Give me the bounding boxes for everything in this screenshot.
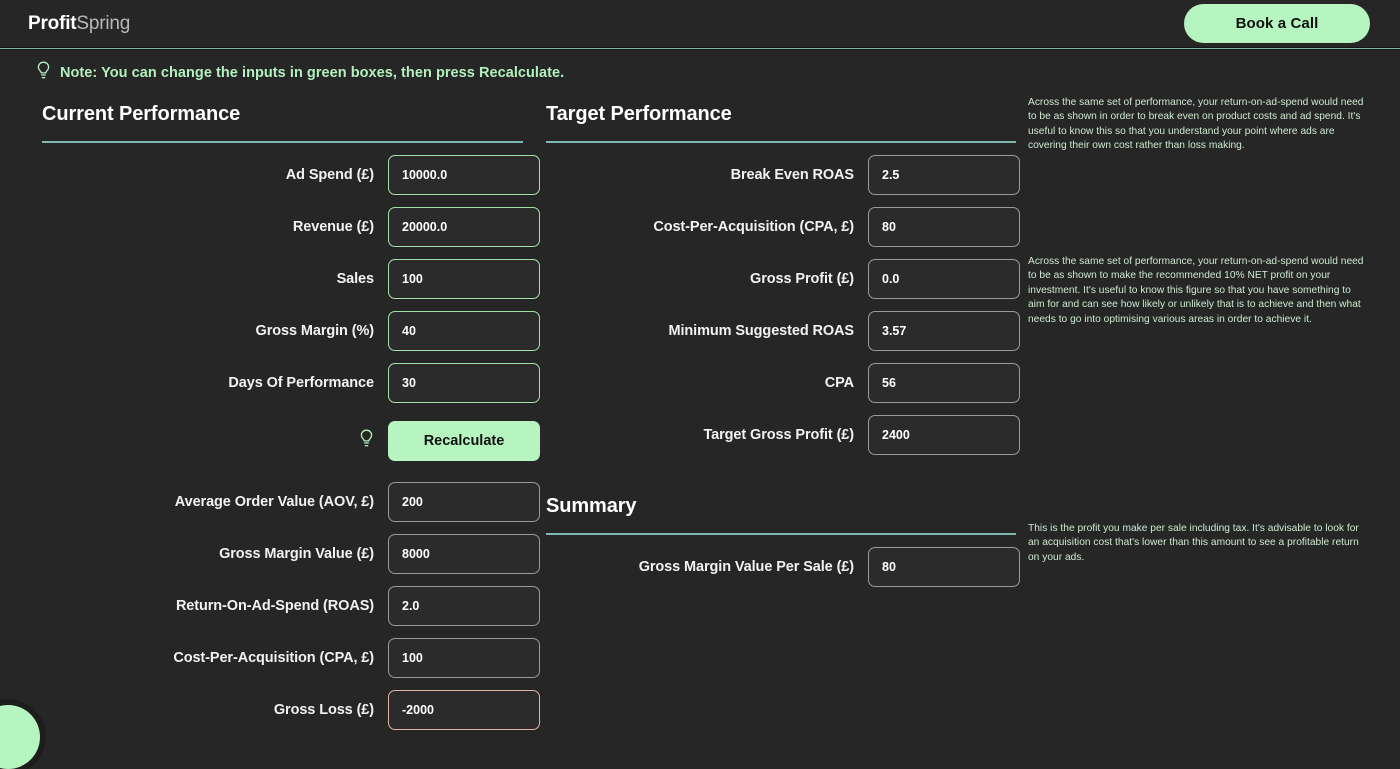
field-label: Sales xyxy=(336,271,375,287)
section-divider xyxy=(546,141,1016,143)
field-label: CPA xyxy=(824,375,854,391)
recalculate-button[interactable]: Recalculate xyxy=(388,421,540,461)
summary-title: Summary xyxy=(546,495,637,517)
field-label: Gross Margin Value Per Sale (£) xyxy=(638,559,854,575)
field-label: Return-On-Ad-Spend (ROAS) xyxy=(175,598,374,614)
input-gross-margin-value-per-sale[interactable] xyxy=(868,547,1020,587)
current-performance-section: Current Performance Ad Spend (£) Revenue… xyxy=(0,84,540,730)
field-label: Break Even ROAS xyxy=(730,167,855,183)
brand-logo[interactable]: ProfitSpring xyxy=(28,13,130,35)
current-performance-title: Current Performance xyxy=(42,103,241,125)
help-gross-margin-per-sale: This is the profit you make per sale inc… xyxy=(1028,523,1359,563)
book-a-call-button[interactable]: Book a Call xyxy=(1184,4,1370,43)
note-banner: Note: You can change the inputs in green… xyxy=(0,50,1400,84)
input-days-of-performance[interactable] xyxy=(388,363,540,403)
target-performance-title: Target Performance xyxy=(546,103,732,125)
field-label: Gross Margin Value (£) xyxy=(219,546,374,562)
field-target-cpa: Cost-Per-Acquisition (CPA, £) xyxy=(546,207,1020,247)
help-break-even-roas: Across the same set of performance, your… xyxy=(1028,97,1364,152)
input-break-even-roas[interactable] xyxy=(868,155,1020,195)
field-break-even-roas: Break Even ROAS xyxy=(546,155,1020,195)
field-gross-loss: Gross Loss (£) xyxy=(42,690,540,730)
input-sales[interactable] xyxy=(388,259,540,299)
field-gross-margin-value: Gross Margin Value (£) xyxy=(42,534,540,574)
input-gross-loss[interactable] xyxy=(388,690,540,730)
field-days-of-performance: Days Of Performance xyxy=(42,363,540,403)
input-average-order-value[interactable] xyxy=(388,482,540,522)
field-gross-margin-value-per-sale: Gross Margin Value Per Sale (£) xyxy=(546,547,1020,587)
field-label: Target Gross Profit (£) xyxy=(703,427,854,443)
input-ad-spend[interactable] xyxy=(388,155,540,195)
help-minimum-suggested-roas: Across the same set of performance, your… xyxy=(1028,256,1364,325)
field-label: Cost-Per-Acquisition (CPA, £) xyxy=(653,219,854,235)
field-ad-spend: Ad Spend (£) xyxy=(42,155,540,195)
field-roas: Return-On-Ad-Spend (ROAS) xyxy=(42,586,540,626)
field-label: Cost-Per-Acquisition (CPA, £) xyxy=(173,650,374,666)
field-target-gross-profit: Target Gross Profit (£) xyxy=(546,415,1020,455)
lightbulb-icon xyxy=(359,429,374,453)
input-gross-margin-pct[interactable] xyxy=(388,311,540,351)
field-label: Gross Margin (%) xyxy=(255,323,375,339)
input-roas[interactable] xyxy=(388,586,540,626)
input-minimum-suggested-roas[interactable] xyxy=(868,311,1020,351)
field-gross-margin-pct: Gross Margin (%) xyxy=(42,311,540,351)
brand-logo-bold: Profit xyxy=(28,12,77,34)
help-column: Across the same set of performance, your… xyxy=(1020,84,1380,730)
field-average-order-value: Average Order Value (AOV, £) xyxy=(42,482,540,522)
section-divider xyxy=(42,141,523,143)
field-label: Revenue (£) xyxy=(292,219,374,235)
field-revenue: Revenue (£) xyxy=(42,207,540,247)
note-text: Note: You can change the inputs in green… xyxy=(60,65,565,81)
field-sales: Sales xyxy=(42,259,540,299)
field-gross-profit: Gross Profit (£) xyxy=(546,259,1020,299)
input-cpa-current[interactable] xyxy=(388,638,540,678)
section-divider xyxy=(546,533,1016,535)
lightbulb-icon xyxy=(36,61,51,85)
input-cpa[interactable] xyxy=(868,363,1020,403)
field-label: Average Order Value (AOV, £) xyxy=(174,494,374,510)
field-label: Ad Spend (£) xyxy=(285,167,374,183)
field-minimum-suggested-roas: Minimum Suggested ROAS xyxy=(546,311,1020,351)
input-gross-margin-value[interactable] xyxy=(388,534,540,574)
calculator-board: Current Performance Ad Spend (£) Revenue… xyxy=(0,84,1400,730)
field-label: Gross Loss (£) xyxy=(273,702,374,718)
top-bar: ProfitSpring Book a Call xyxy=(0,0,1400,47)
input-revenue[interactable] xyxy=(388,207,540,247)
field-cpa: CPA xyxy=(546,363,1020,403)
input-target-gross-profit[interactable] xyxy=(868,415,1020,455)
recalculate-row: Recalculate xyxy=(42,421,540,461)
input-gross-profit[interactable] xyxy=(868,259,1020,299)
field-label: Gross Profit (£) xyxy=(750,271,854,287)
field-label: Days Of Performance xyxy=(228,375,374,391)
target-performance-section: Target Performance Break Even ROAS Cost-… xyxy=(540,84,1020,730)
input-target-cpa[interactable] xyxy=(868,207,1020,247)
field-cpa-current: Cost-Per-Acquisition (CPA, £) xyxy=(42,638,540,678)
brand-logo-light: Spring xyxy=(76,12,131,34)
field-label: Minimum Suggested ROAS xyxy=(668,323,854,339)
